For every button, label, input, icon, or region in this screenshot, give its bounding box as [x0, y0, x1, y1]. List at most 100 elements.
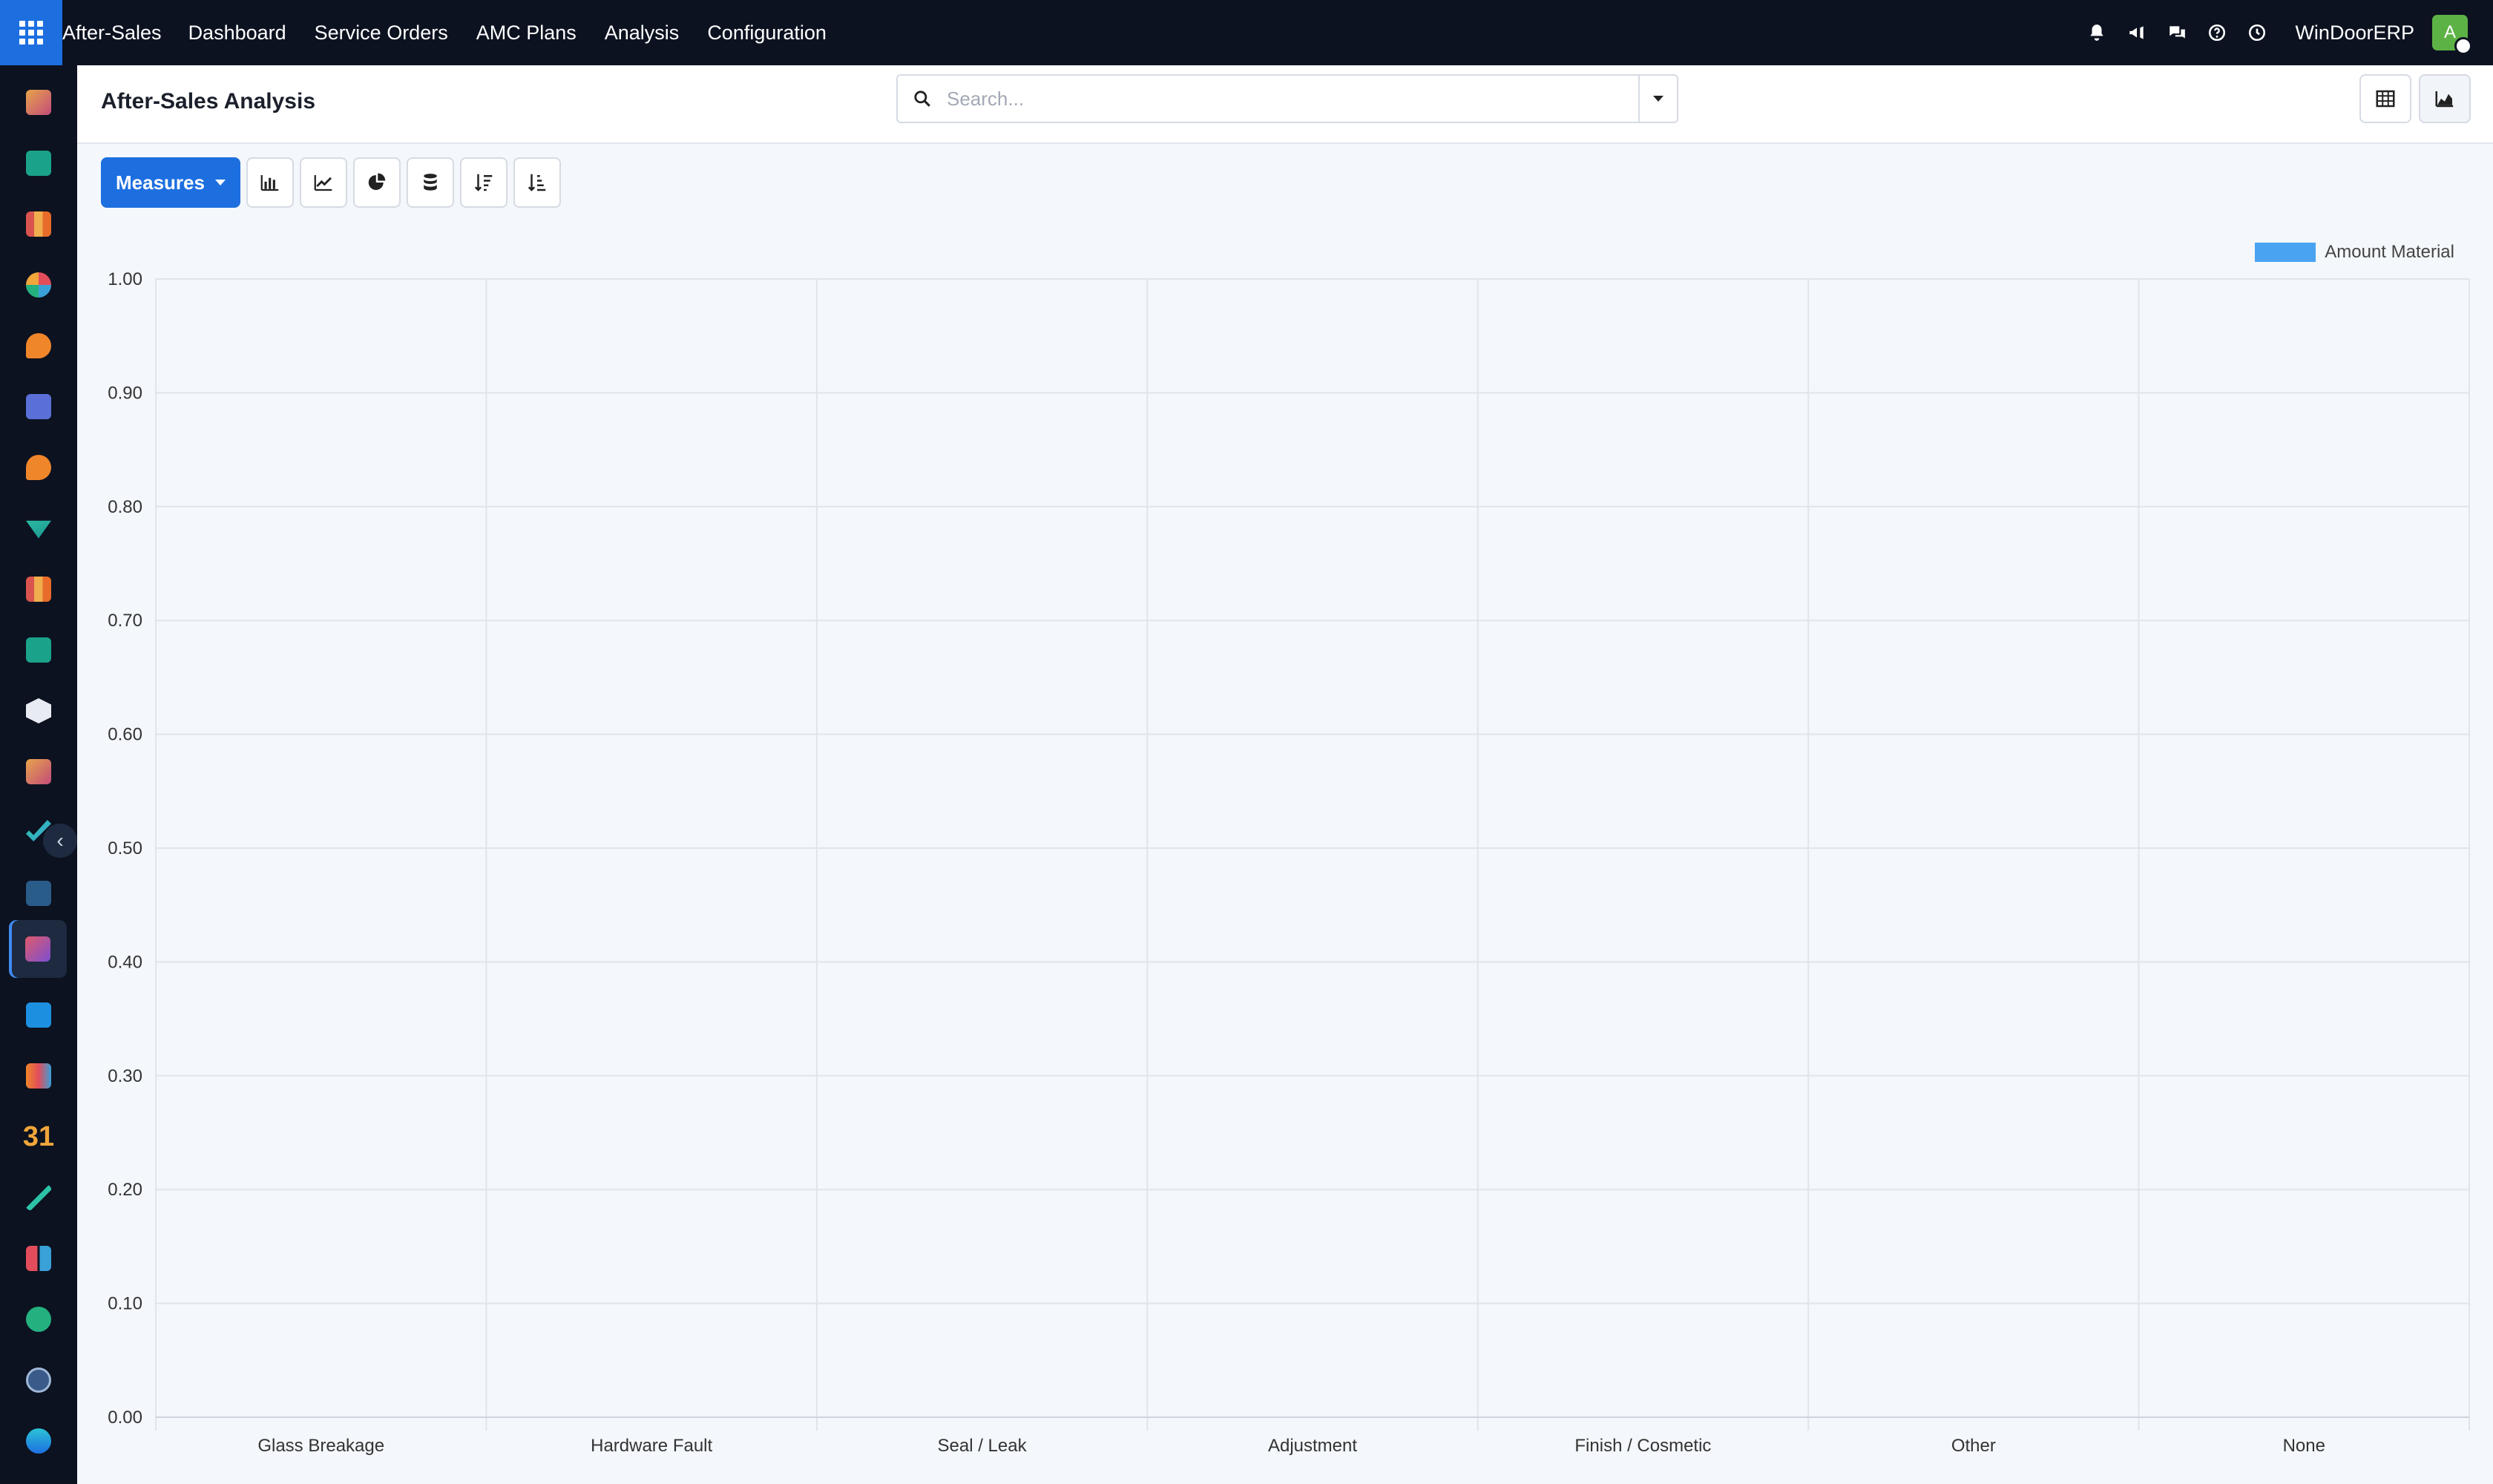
- presence-dot: [2454, 37, 2472, 55]
- gauge-icon: [26, 1368, 51, 1393]
- y-tick-label: 0.30: [108, 1066, 142, 1086]
- contact-icon: [26, 637, 51, 663]
- sidebar-app-8[interactable]: [18, 508, 59, 549]
- sort-asc-icon: [528, 174, 546, 191]
- y-tick-label: 0.40: [108, 952, 142, 972]
- bar-app-icon: [26, 577, 51, 602]
- sidebar-app-12[interactable]: [18, 751, 59, 792]
- avatar-letter: A: [2443, 22, 2456, 42]
- menu-configuration[interactable]: Configuration: [707, 22, 827, 45]
- database-icon: [424, 174, 437, 191]
- measures-label: Measures: [116, 171, 205, 194]
- measures-dropdown-button[interactable]: Measures: [101, 157, 240, 208]
- team-icon: [26, 1063, 51, 1089]
- view-switcher: [2359, 74, 2471, 123]
- top-navbar: After-Sales Dashboard Service Orders AMC…: [0, 0, 2493, 65]
- pie-app-icon: [26, 272, 51, 298]
- y-tick-label: 0.70: [108, 611, 142, 631]
- app-icon: [26, 90, 51, 115]
- sort-ascending-button[interactable]: [513, 157, 561, 208]
- x-tick-label: Other: [1951, 1436, 1996, 1456]
- sidebar-app-after-sales[interactable]: [9, 920, 67, 978]
- company-switcher[interactable]: WinDoorERP: [2295, 22, 2414, 45]
- sidebar-app-calendar[interactable]: 31: [18, 1116, 59, 1158]
- line-chart-icon: [314, 175, 332, 191]
- y-tick-label: 1.00: [108, 269, 142, 289]
- sidebar-app-4[interactable]: [18, 264, 59, 306]
- search-input[interactable]: [947, 87, 1638, 111]
- control-panel: After-Sales Analysis: [77, 65, 2493, 144]
- search-options-toggle[interactable]: [1638, 76, 1677, 122]
- bubble-icon: [26, 455, 51, 480]
- x-tick-label: Seal / Leak: [938, 1436, 1028, 1456]
- book-icon: [26, 881, 51, 906]
- chat-icon[interactable]: [2166, 22, 2188, 44]
- top-menu: Dashboard Service Orders AMC Plans Analy…: [188, 22, 827, 45]
- bar-chart-icon: [260, 175, 279, 191]
- sidebar-app-22[interactable]: [18, 1359, 59, 1401]
- menu-service-orders[interactable]: Service Orders: [315, 22, 448, 45]
- invoice-icon: [26, 1002, 51, 1028]
- systray: WinDoorERP A: [2086, 15, 2493, 55]
- sidebar-app-23[interactable]: [18, 1420, 59, 1462]
- app-sidebar: 31 ‹: [0, 65, 77, 1484]
- caret-down-icon: [214, 180, 226, 186]
- sidebar-app-16[interactable]: [18, 994, 59, 1036]
- area-chart-icon: [2435, 91, 2454, 108]
- bar-chart: 0.00 0.10 0.20 0.30 0.40 0.50 0.60 0.70 0.80 0.90…: [108, 269, 2470, 1456]
- x-tick-label: None: [2283, 1436, 2325, 1456]
- sidebar-app-14[interactable]: [18, 873, 59, 914]
- sidebar-app-whatsapp[interactable]: [18, 1298, 59, 1340]
- pie-chart-button[interactable]: [352, 157, 401, 208]
- sign-icon: [26, 1185, 51, 1210]
- x-tick-label: Finish / Cosmetic: [1574, 1436, 1711, 1456]
- pivot-view-button[interactable]: [2359, 74, 2411, 123]
- user-avatar[interactable]: A: [2432, 15, 2472, 55]
- y-tick-label: 0.00: [108, 1408, 142, 1428]
- x-tick-label: Adjustment: [1268, 1436, 1357, 1456]
- graph-view-button[interactable]: [2419, 74, 2471, 123]
- apps-menu-button[interactable]: [0, 0, 62, 65]
- cube-icon: [26, 698, 51, 723]
- sidebar-app-11[interactable]: [18, 690, 59, 732]
- sidebar-app-9[interactable]: [18, 568, 59, 610]
- sidebar-app-5[interactable]: [18, 325, 59, 367]
- sidebar-app-2[interactable]: [18, 142, 59, 184]
- sidebar-app-10[interactable]: [18, 629, 59, 671]
- graph-toolbar: Measures: [101, 157, 561, 208]
- bar-chart-button[interactable]: [246, 157, 294, 208]
- sidebar-app-19[interactable]: [18, 1177, 59, 1218]
- clock-icon[interactable]: [2246, 22, 2268, 44]
- y-tick-label: 0.20: [108, 1180, 142, 1200]
- sort-descending-button[interactable]: [459, 157, 508, 208]
- bubble-icon: [26, 333, 51, 358]
- sidebar-app-17[interactable]: [18, 1055, 59, 1097]
- sidebar-app-20[interactable]: [18, 1238, 59, 1279]
- menu-dashboard[interactable]: Dashboard: [188, 22, 286, 45]
- help-icon[interactable]: [2206, 22, 2228, 44]
- menu-amc-plans[interactable]: AMC Plans: [476, 22, 577, 45]
- sidebar-app-1[interactable]: [18, 82, 59, 123]
- contact-icon: [26, 151, 51, 176]
- sidebar-app-3[interactable]: [18, 203, 59, 245]
- bell-icon[interactable]: [2086, 22, 2108, 44]
- wave-icon: [26, 1428, 51, 1454]
- app-name[interactable]: After-Sales: [62, 22, 162, 45]
- y-tick-label: 0.60: [108, 725, 142, 745]
- sort-desc-icon: [474, 174, 493, 191]
- search-bar: [896, 74, 1678, 123]
- mail-app-icon: [26, 394, 51, 419]
- sidebar-app-7[interactable]: [18, 447, 59, 488]
- sidebar-app-6[interactable]: [18, 386, 59, 427]
- y-tick-label: 0.90: [108, 383, 142, 403]
- menu-analysis[interactable]: Analysis: [605, 22, 680, 45]
- calendar-icon: 31: [22, 1120, 55, 1152]
- line-chart-button[interactable]: [299, 157, 347, 208]
- stacked-button[interactable]: [406, 157, 454, 208]
- app-icon: [26, 759, 51, 784]
- megaphone-icon[interactable]: [2126, 22, 2148, 44]
- sidebar-collapse-button[interactable]: ‹: [43, 824, 77, 858]
- caret-down-icon: [1653, 96, 1663, 102]
- table-icon: [2376, 90, 2395, 108]
- whatsapp-icon: [26, 1307, 51, 1332]
